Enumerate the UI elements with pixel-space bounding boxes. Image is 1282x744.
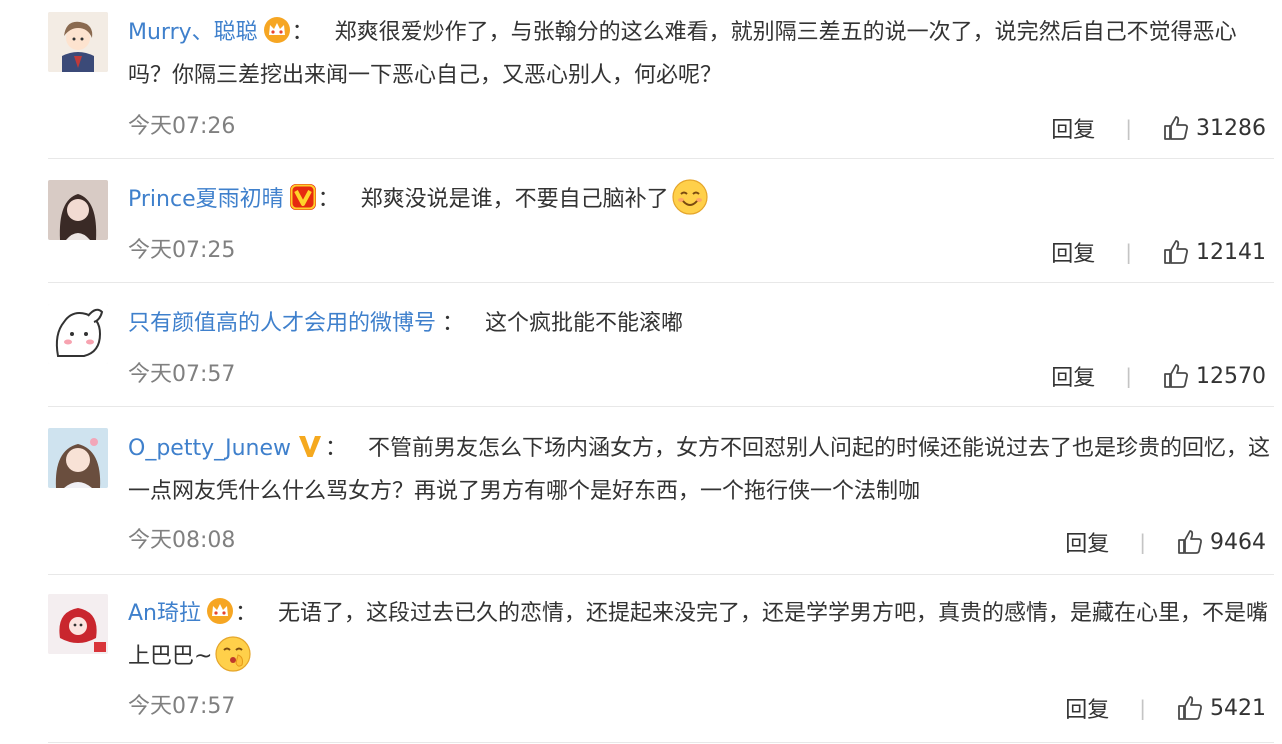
- like-button[interactable]: 12141: [1162, 238, 1266, 266]
- like-count: 12570: [1196, 363, 1266, 389]
- like-count: 31286: [1196, 115, 1266, 141]
- username-link[interactable]: Murry、聪聪: [128, 20, 258, 45]
- avatar[interactable]: [48, 304, 108, 364]
- like-count: 9464: [1210, 529, 1266, 555]
- smile-emoji: [671, 178, 709, 216]
- thumbs-up-icon: [1176, 528, 1204, 556]
- comment-text: 郑爽没说是谁，不要自己脑补了: [360, 187, 669, 212]
- avatar[interactable]: [48, 180, 108, 240]
- timestamp: 今天07:57: [128, 694, 236, 719]
- verified-v-icon: [295, 431, 325, 461]
- vip-v-icon: [288, 182, 318, 212]
- username-link[interactable]: 只有颜值高的人才会用的微博号: [128, 311, 436, 336]
- thumbs-up-icon: [1162, 114, 1190, 142]
- thumbs-up-icon: [1162, 362, 1190, 390]
- thumbs-up-icon: [1176, 694, 1204, 722]
- divider: |: [1125, 364, 1132, 388]
- reply-button[interactable]: 回复: [1051, 236, 1095, 268]
- timestamp: 今天07:57: [128, 362, 236, 387]
- reply-button[interactable]: 回复: [1065, 526, 1109, 558]
- comment-item: 只有颜值高的人才会用的微博号： 这个疯批能不能滚嘟 今天07:57 回复 | 1…: [48, 304, 1274, 407]
- shush-emoji: [214, 635, 252, 673]
- like-button[interactable]: 31286: [1162, 114, 1266, 142]
- timestamp: 今天07:25: [128, 238, 236, 263]
- avatar[interactable]: [48, 428, 108, 488]
- like-button[interactable]: 12570: [1162, 362, 1266, 390]
- comment-text: 无语了，这段过去已久的恋情，还提起来没完了，还是学学男方吧，真贵的感情，是藏在心…: [128, 601, 1269, 669]
- comment-item: Murry、聪聪： 郑爽很爱炒作了，与张翰分的这么难看，就别隔三差五的说一次了，…: [48, 12, 1274, 159]
- username-link[interactable]: An琦拉: [128, 601, 201, 626]
- like-button[interactable]: 9464: [1176, 528, 1266, 556]
- reply-button[interactable]: 回复: [1051, 112, 1095, 144]
- like-button[interactable]: 5421: [1176, 694, 1266, 722]
- timestamp: 今天07:26: [128, 114, 236, 139]
- username-link[interactable]: Prince夏雨初晴: [128, 187, 284, 212]
- thumbs-up-icon: [1162, 238, 1190, 266]
- comment-item: An琦拉： 无语了，这段过去已久的恋情，还提起来没完了，还是学学男方吧，真贵的感…: [48, 594, 1274, 743]
- comment-item: Prince夏雨初晴： 郑爽没说是谁，不要自己脑补了 今天07:25 回复 | …: [48, 178, 1274, 283]
- avatar[interactable]: [48, 12, 108, 72]
- reply-button[interactable]: 回复: [1065, 692, 1109, 724]
- comment-item: O_petty_Junew： 不管前男友怎么下场内涵女方，女方不回怼别人问起的时…: [48, 428, 1274, 575]
- like-count: 5421: [1210, 695, 1266, 721]
- reply-button[interactable]: 回复: [1051, 360, 1095, 392]
- avatar[interactable]: [48, 594, 108, 654]
- crown-icon: [205, 596, 235, 626]
- divider: |: [1139, 696, 1146, 720]
- like-count: 12141: [1196, 239, 1266, 265]
- username-link[interactable]: O_petty_Junew: [128, 436, 291, 461]
- divider: |: [1139, 530, 1146, 554]
- crown-icon: [262, 15, 292, 45]
- comment-text: 这个疯批能不能滚嘟: [485, 311, 684, 336]
- divider: |: [1125, 116, 1132, 140]
- divider: |: [1125, 240, 1132, 264]
- timestamp: 今天08:08: [128, 528, 236, 553]
